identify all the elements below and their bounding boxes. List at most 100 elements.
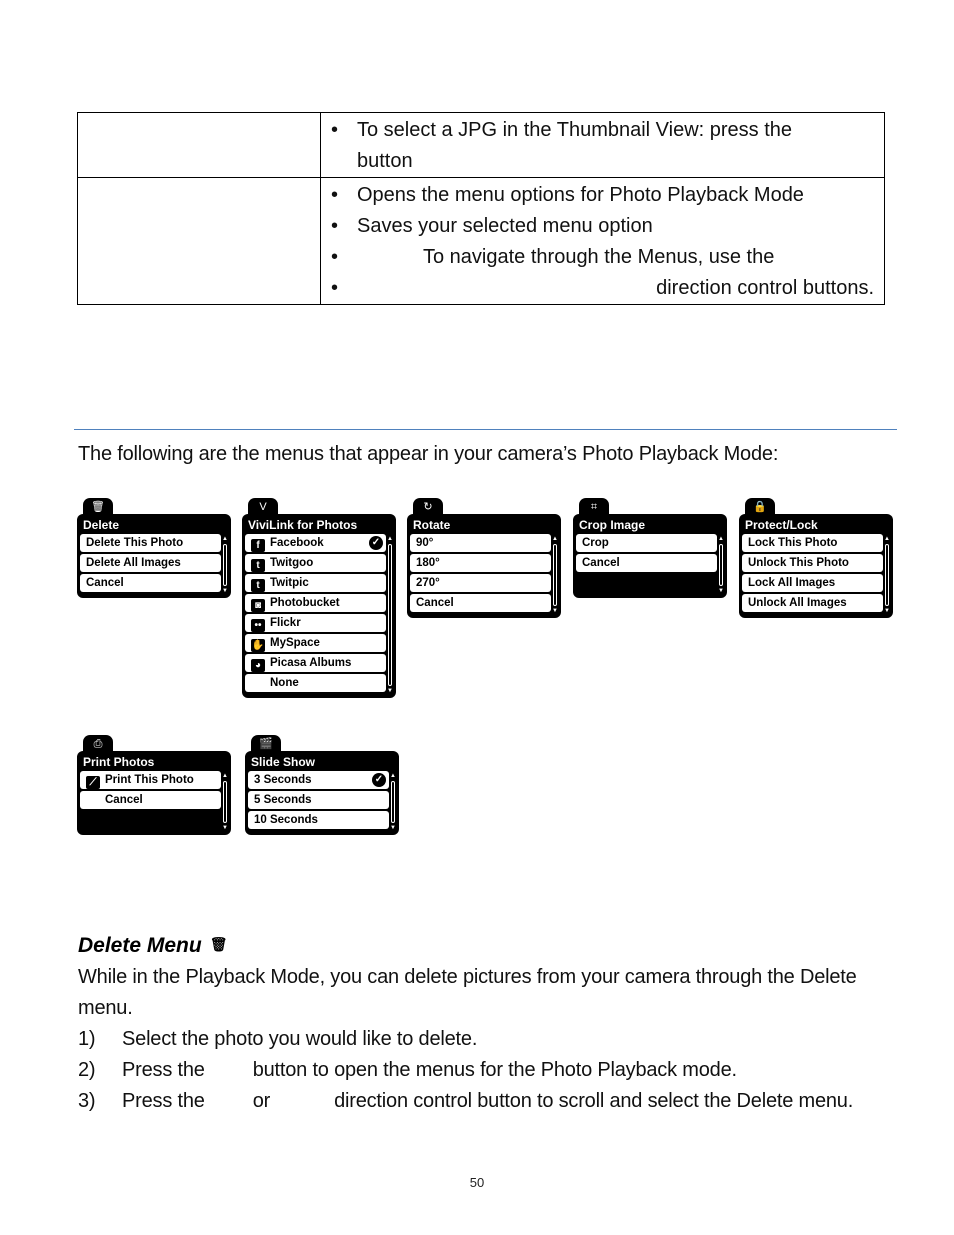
menu-item[interactable]: Cancel bbox=[410, 594, 551, 612]
steps-list: 1) Select the photo you would like to de… bbox=[78, 1024, 888, 1117]
scroll-down-icon[interactable]: ▼ bbox=[222, 588, 228, 594]
scroll-track[interactable] bbox=[391, 781, 395, 823]
menu-panel: Print Photos ⟋ Print This Photo Cancel ▲ ▼ bbox=[77, 751, 231, 835]
scroll-up-icon[interactable]: ▲ bbox=[390, 773, 396, 779]
menu-item-label: Unlock All Images bbox=[748, 597, 847, 609]
menu-item[interactable]: 3 Seconds ✓ bbox=[248, 771, 389, 789]
scroll-down-icon[interactable]: ▼ bbox=[552, 608, 558, 614]
menu-title: Delete bbox=[83, 518, 120, 532]
menu-item[interactable]: ⟋ Print This Photo bbox=[80, 771, 221, 789]
menu-title: ViviLink for Photos bbox=[248, 518, 358, 532]
menu-item-label: None bbox=[270, 677, 299, 689]
menu-item-label: Delete All Images bbox=[86, 557, 181, 569]
table-cell-description: • To select a JPG in the Thumbnail View:… bbox=[320, 112, 885, 178]
list-item: • direction control buttons. bbox=[329, 273, 884, 304]
menu-items: ⟋ Print This Photo Cancel bbox=[80, 771, 221, 829]
scroll-up-icon[interactable]: ▲ bbox=[222, 773, 228, 779]
scroll-track[interactable] bbox=[223, 544, 227, 586]
table-row: • To select a JPG in the Thumbnail View:… bbox=[77, 112, 885, 178]
menu-item[interactable]: Lock All Images bbox=[742, 574, 883, 592]
menu-scrollbar[interactable]: ▲ ▼ bbox=[718, 536, 724, 594]
menu-item[interactable]: Lock This Photo bbox=[742, 534, 883, 552]
menu-item-label: 270° bbox=[416, 577, 440, 589]
bullet-icon: • bbox=[331, 246, 339, 268]
menu-item-label: Facebook bbox=[270, 537, 324, 549]
menu-item[interactable]: 180° bbox=[410, 554, 551, 572]
menu-item[interactable]: Delete All Images bbox=[80, 554, 221, 572]
scroll-track[interactable] bbox=[719, 544, 723, 586]
scroll-track[interactable] bbox=[223, 781, 227, 823]
menu-item-label: Twitpic bbox=[270, 577, 309, 589]
menu-item-label: Cancel bbox=[582, 557, 620, 569]
menu-title: Protect/Lock bbox=[745, 518, 818, 532]
list-item: • Saves your selected menu option bbox=[329, 211, 884, 242]
scroll-down-icon[interactable]: ▼ bbox=[718, 588, 724, 594]
menu-item[interactable]: ◕ Picasa Albums bbox=[245, 654, 386, 672]
menu-scrollbar[interactable]: ▲ ▼ bbox=[222, 536, 228, 594]
menu-item-icon-spacer bbox=[251, 675, 265, 688]
step-number: 2) bbox=[78, 1059, 96, 1081]
menu-item[interactable]: f Facebook ✓ bbox=[245, 534, 386, 552]
list-item-text: Saves your selected menu option bbox=[357, 215, 653, 237]
scroll-track[interactable] bbox=[885, 544, 889, 606]
scroll-down-icon[interactable]: ▼ bbox=[387, 688, 393, 694]
list-item-text: button bbox=[357, 150, 413, 172]
menu-item[interactable]: Cancel bbox=[80, 574, 221, 592]
menu-items: f Facebook ✓ t Twitgoo t Twitpic ◙ Photobucket ••… bbox=[245, 534, 386, 692]
menu-item-label: Delete This Photo bbox=[86, 537, 184, 549]
scroll-up-icon[interactable]: ▲ bbox=[884, 536, 890, 542]
intro-text: The following are the menus that appear … bbox=[78, 443, 779, 465]
menu-item-label: Print This Photo bbox=[105, 774, 194, 786]
check-icon: ✓ bbox=[369, 536, 383, 550]
menu-scrollbar[interactable]: ▲ ▼ bbox=[884, 536, 890, 614]
delete-paragraph: While in the Playback Mode, you can dele… bbox=[78, 966, 857, 1019]
menu-items: Delete This Photo Delete All Images Cancel bbox=[80, 534, 221, 592]
menu-item[interactable]: •• Flickr bbox=[245, 614, 386, 632]
menu-panel: Crop Image Crop Cancel ▲ ▼ bbox=[573, 514, 727, 598]
scroll-up-icon[interactable]: ▲ bbox=[222, 536, 228, 542]
menu-scrollbar[interactable]: ▲ ▼ bbox=[552, 536, 558, 614]
menu-items: 3 Seconds ✓ 5 Seconds 10 Seconds bbox=[248, 771, 389, 829]
menu-item[interactable]: Unlock This Photo bbox=[742, 554, 883, 572]
menu-item-label: Flickr bbox=[270, 617, 301, 629]
menu-item[interactable]: 10 Seconds bbox=[248, 811, 389, 829]
menu-item[interactable]: t Twitgoo bbox=[245, 554, 386, 572]
scroll-up-icon[interactable]: ▲ bbox=[552, 536, 558, 542]
list-item-text: To navigate through the Menus, use the bbox=[423, 246, 775, 268]
menu-item[interactable]: Crop bbox=[576, 534, 717, 552]
menu-title: Rotate bbox=[413, 518, 451, 532]
menu-item[interactable]: ✋ MySpace bbox=[245, 634, 386, 652]
menu-scrollbar[interactable]: ▲ ▼ bbox=[390, 773, 396, 831]
menu-item[interactable]: 270° bbox=[410, 574, 551, 592]
list-item: • To select a JPG in the Thumbnail View:… bbox=[329, 115, 884, 146]
menu-item-label: Lock All Images bbox=[748, 577, 836, 589]
menu-item[interactable]: Cancel bbox=[576, 554, 717, 572]
menu-item-label: Picasa Albums bbox=[270, 657, 352, 669]
menu-item[interactable]: Unlock All Images bbox=[742, 594, 883, 612]
menu-item[interactable]: Cancel bbox=[80, 791, 221, 809]
scroll-down-icon[interactable]: ▼ bbox=[222, 825, 228, 831]
bullet-list: • To select a JPG in the Thumbnail View:… bbox=[329, 115, 884, 177]
scroll-down-icon[interactable]: ▼ bbox=[390, 825, 396, 831]
menu-item[interactable]: t Twitpic bbox=[245, 574, 386, 592]
menu-item-label: Cancel bbox=[105, 794, 143, 806]
menu-scrollbar[interactable]: ▲ ▼ bbox=[222, 773, 228, 831]
menu-items: Lock This Photo Unlock This Photo Lock All… bbox=[742, 534, 883, 612]
step-text: or bbox=[252, 1090, 271, 1112]
menu-item[interactable]: ◙ Photobucket bbox=[245, 594, 386, 612]
menu-empty-row bbox=[80, 811, 221, 829]
menu-item-icon: t bbox=[251, 579, 265, 592]
menu-scrollbar[interactable]: ▲ ▼ bbox=[387, 536, 393, 694]
scroll-track[interactable] bbox=[388, 544, 392, 686]
menu-item[interactable]: Delete This Photo bbox=[80, 534, 221, 552]
menu-items: 90° 180° 270° Cancel bbox=[410, 534, 551, 612]
scroll-up-icon[interactable]: ▲ bbox=[387, 536, 393, 542]
list-item: • Opens the menu options for Photo Playb… bbox=[329, 180, 884, 211]
menu-item[interactable]: 5 Seconds bbox=[248, 791, 389, 809]
scroll-track[interactable] bbox=[553, 544, 557, 606]
scroll-up-icon[interactable]: ▲ bbox=[718, 536, 724, 542]
menu-item[interactable]: 90° bbox=[410, 534, 551, 552]
scroll-down-icon[interactable]: ▼ bbox=[884, 608, 890, 614]
menu-item[interactable]: None bbox=[245, 674, 386, 692]
table-cell-label bbox=[77, 112, 321, 178]
